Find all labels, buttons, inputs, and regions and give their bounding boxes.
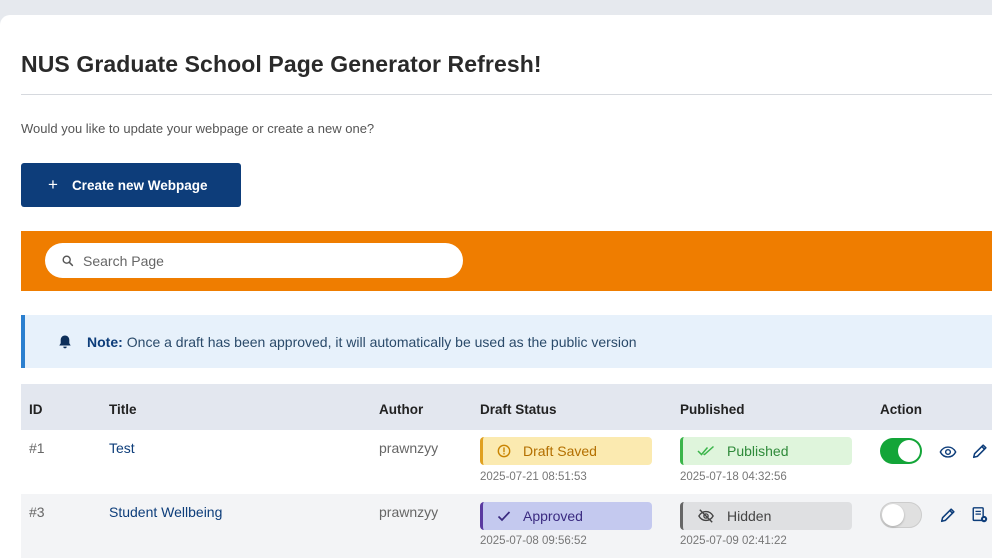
search-bar <box>21 231 992 291</box>
draft-status-label: Approved <box>523 508 583 524</box>
title-divider <box>21 94 992 95</box>
draft-timestamp: 2025-07-21 08:51:53 <box>480 471 587 483</box>
draft-status-label: Draft Saved <box>523 443 597 459</box>
published-status-badge: Published <box>680 437 852 465</box>
row-title-link[interactable]: Test <box>109 440 135 456</box>
published-timestamp: 2025-07-18 04:32:56 <box>680 471 787 483</box>
visibility-toggle[interactable] <box>880 502 922 528</box>
header-title[interactable]: Title <box>109 402 137 417</box>
table-row: #3 Student Wellbeing prawnzyy Approved 2… <box>21 494 992 558</box>
document-settings-icon[interactable] <box>971 506 989 524</box>
draft-status-badge: Approved <box>480 502 652 530</box>
page-subtitle: Would you like to update your webpage or… <box>21 121 375 136</box>
double-check-icon <box>697 445 714 456</box>
pencil-icon[interactable] <box>939 506 957 524</box>
published-timestamp: 2025-07-09 02:41:22 <box>680 535 787 547</box>
header-action: Action <box>880 402 922 417</box>
search-input[interactable] <box>83 252 443 269</box>
eye-icon[interactable] <box>939 443 957 461</box>
published-status-badge: Hidden <box>680 502 852 530</box>
create-webpage-button[interactable]: + Create new Webpage <box>21 163 241 207</box>
row-author: prawnzyy <box>379 504 439 520</box>
header-draft-status[interactable]: Draft Status <box>480 402 557 417</box>
published-status-label: Hidden <box>727 508 772 524</box>
note-text: Once a draft has been approved, it will … <box>126 333 637 350</box>
header-id[interactable]: ID <box>29 402 43 417</box>
warning-circle-icon <box>497 444 511 458</box>
bell-icon <box>59 335 71 348</box>
search-icon <box>62 254 74 266</box>
header-author[interactable]: Author <box>379 402 423 417</box>
note-label: Note: <box>87 333 123 350</box>
info-note: Note: Once a draft has been approved, it… <box>21 315 992 368</box>
create-webpage-label: Create new Webpage <box>71 177 208 193</box>
table-header: ID Title Author Draft Status Published A… <box>21 384 992 430</box>
row-author: prawnzyy <box>379 440 439 456</box>
row-id: #1 <box>29 440 45 456</box>
row-id: #3 <box>29 504 45 520</box>
row-title-link[interactable]: Student Wellbeing <box>109 504 222 520</box>
header-published[interactable]: Published <box>680 402 745 417</box>
page-title: NUS Graduate School Page Generator Refre… <box>21 51 542 77</box>
draft-status-badge: Draft Saved <box>480 437 652 465</box>
draft-timestamp: 2025-07-08 09:56:52 <box>480 535 587 547</box>
check-icon <box>497 511 511 522</box>
pencil-icon[interactable] <box>971 442 989 460</box>
plus-icon: + <box>48 175 58 194</box>
eye-off-icon <box>698 509 714 523</box>
table-row: #1 Test prawnzyy Draft Saved 2025-07-21 … <box>21 430 992 494</box>
search-box[interactable] <box>45 243 463 278</box>
published-status-label: Published <box>727 443 789 459</box>
visibility-toggle[interactable] <box>880 438 922 464</box>
